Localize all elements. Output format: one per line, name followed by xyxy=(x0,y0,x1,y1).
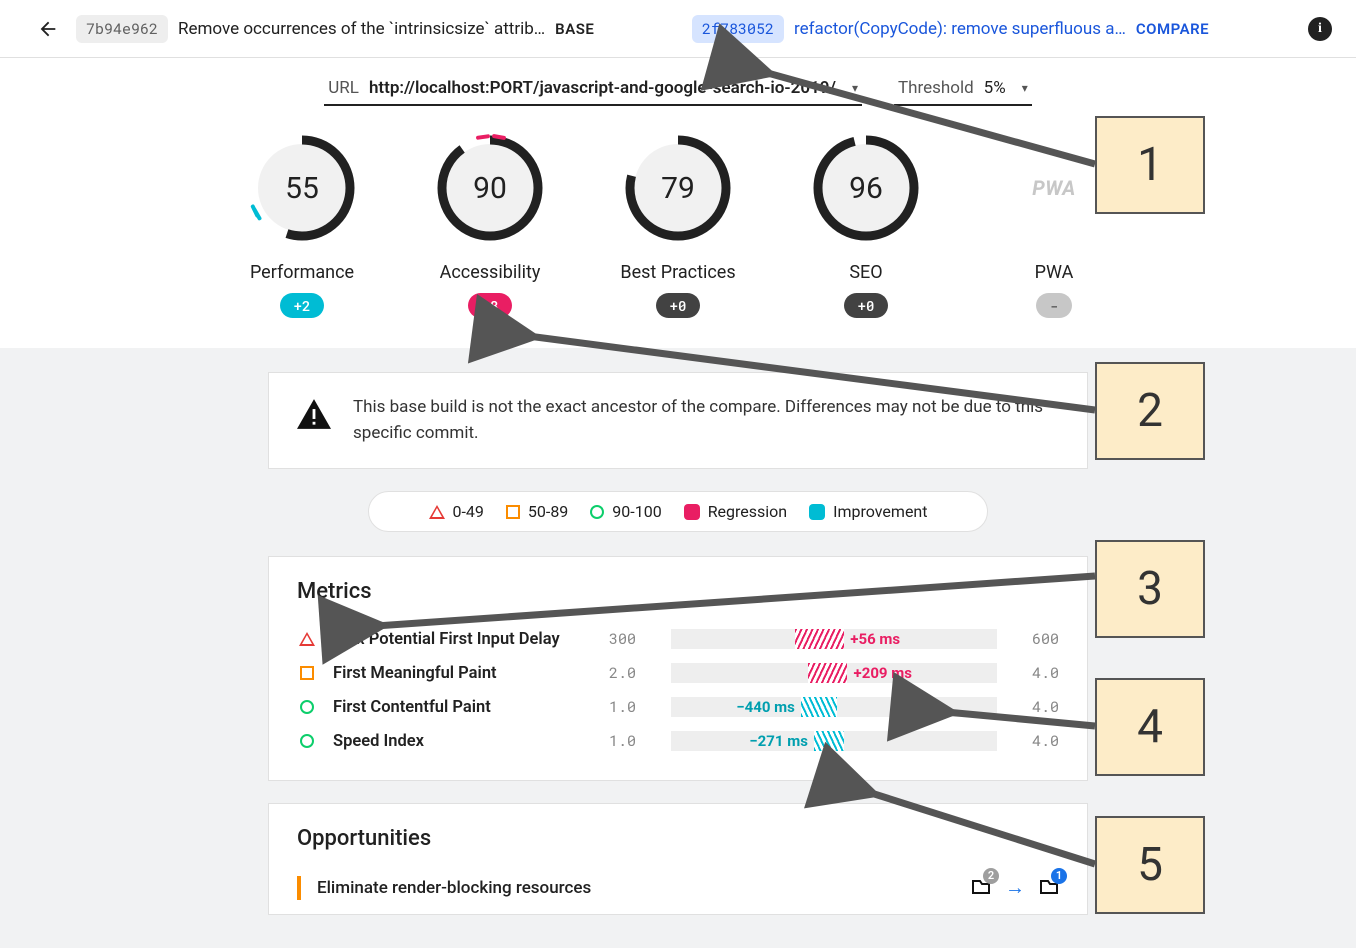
base-hash: 7b94e962 xyxy=(76,15,168,43)
improvement-chip-icon xyxy=(809,504,825,520)
url-selector[interactable]: URL http://localhost:PORT/javascript-and… xyxy=(324,78,862,106)
gauge-score: 90 xyxy=(434,132,546,244)
annotation-callout: 5 xyxy=(1095,816,1205,914)
opportunities-title: Opportunities xyxy=(297,826,1059,851)
metrics-title: Metrics xyxy=(297,579,1059,604)
annotation-callout: 1 xyxy=(1095,116,1205,214)
base-tag: BASE xyxy=(555,20,594,38)
gauge-delta: +0 xyxy=(656,293,701,318)
metric-max: 4.0 xyxy=(1013,663,1059,683)
url-label: URL xyxy=(328,78,359,98)
gauge-ring: 79 xyxy=(622,132,734,244)
tab-after-icon[interactable]: 1 xyxy=(1039,876,1059,900)
metric-row[interactable]: Max Potential First Input Delay 300 +56 … xyxy=(297,622,1059,656)
metric-name: First Contentful Paint xyxy=(333,698,593,717)
gauge-ring: 55 xyxy=(246,132,358,244)
base-commit[interactable]: 7b94e962 Remove occurrences of the `intr… xyxy=(76,15,646,43)
metric-delta: −271 ms xyxy=(749,731,808,751)
metric-row[interactable]: First Contentful Paint 1.0 −440 ms 4.0 xyxy=(297,690,1059,724)
metric-name: Max Potential First Input Delay xyxy=(333,630,593,649)
gauge-accessibility[interactable]: 90 Accessibility -8 xyxy=(426,132,554,318)
metric-min: 2.0 xyxy=(609,663,655,683)
opportunity-row[interactable]: Eliminate render-blocking resources 2 → … xyxy=(297,869,1059,906)
annotation-callout: 4 xyxy=(1095,678,1205,776)
gauge-delta: +0 xyxy=(844,293,889,318)
metric-name: First Meaningful Paint xyxy=(333,664,593,683)
metric-delta: +56 ms xyxy=(850,629,900,649)
caret-down-icon: ▾ xyxy=(852,81,858,95)
warning-text: This base build is not the exact ancesto… xyxy=(353,395,1059,446)
square-icon xyxy=(300,666,314,680)
gauge-label: Accessibility xyxy=(440,262,541,283)
annotation-callout: 3 xyxy=(1095,540,1205,638)
gauge-label: Performance xyxy=(250,262,354,283)
threshold-selector[interactable]: Threshold 5% ▾ xyxy=(894,78,1032,106)
url-value: http://localhost:PORT/javascript-and-goo… xyxy=(369,78,836,98)
gauge-delta: +2 xyxy=(280,293,325,318)
circle-icon xyxy=(300,734,314,748)
gauge-ring: 90 xyxy=(434,132,546,244)
threshold-value: 5% xyxy=(984,78,1006,98)
triangle-icon xyxy=(429,505,445,519)
pwa-icon: PWA xyxy=(998,132,1110,244)
warning-icon xyxy=(297,399,331,429)
metric-max: 600 xyxy=(1013,629,1059,649)
metric-min: 300 xyxy=(609,629,655,649)
gauge-label: PWA xyxy=(1035,262,1074,283)
arrow-left-icon xyxy=(37,18,59,40)
back-button[interactable] xyxy=(28,9,68,49)
gauge-label: SEO xyxy=(849,262,882,283)
compare-tag: COMPARE xyxy=(1136,20,1209,38)
arrow-right-icon: → xyxy=(1005,875,1025,900)
metric-delta: +209 ms xyxy=(854,663,912,683)
gauge-best-practices[interactable]: 79 Best Practices +0 xyxy=(614,132,742,318)
circle-icon xyxy=(300,700,314,714)
metric-row[interactable]: Speed Index 1.0 −271 ms 4.0 xyxy=(297,724,1059,758)
top-bar: 7b94e962 Remove occurrences of the `intr… xyxy=(0,0,1356,58)
metric-max: 4.0 xyxy=(1013,697,1059,717)
caret-down-icon: ▾ xyxy=(1022,81,1028,95)
circle-icon xyxy=(590,505,604,519)
gauge-performance[interactable]: 55 Performance +2 xyxy=(238,132,366,318)
metric-max: 4.0 xyxy=(1013,731,1059,751)
gauge-score: 96 xyxy=(810,132,922,244)
threshold-label: Threshold xyxy=(898,78,974,98)
triangle-icon xyxy=(299,632,315,646)
metrics-panel: Metrics Max Potential First Input Delay … xyxy=(268,556,1088,781)
metric-delta: −440 ms xyxy=(736,697,795,717)
square-icon xyxy=(297,876,301,900)
annotation-callout: 2 xyxy=(1095,362,1205,460)
gauge-ring: PWA xyxy=(998,132,1110,244)
ancestor-warning: This base build is not the exact ancesto… xyxy=(268,372,1088,469)
gauge-score: 79 xyxy=(622,132,734,244)
info-button[interactable]: i xyxy=(1308,17,1332,41)
tab-before-icon[interactable]: 2 xyxy=(971,876,991,900)
regression-chip-icon xyxy=(684,504,700,520)
compare-hash: 2f783052 xyxy=(692,15,784,43)
metric-bar: +56 ms xyxy=(671,629,997,649)
opportunity-name: Eliminate render-blocking resources xyxy=(317,878,955,898)
gauge-score: 55 xyxy=(246,132,358,244)
metric-min: 1.0 xyxy=(609,731,655,751)
opportunities-panel: Opportunities Eliminate render-blocking … xyxy=(268,803,1088,915)
square-icon xyxy=(506,505,520,519)
metric-min: 1.0 xyxy=(609,697,655,717)
gauge-seo[interactable]: 96 SEO +0 xyxy=(802,132,930,318)
metric-bar: +209 ms xyxy=(671,663,997,683)
base-commit-msg: Remove occurrences of the `intrinsicsize… xyxy=(178,19,545,39)
gauge-delta: - xyxy=(1036,293,1072,318)
gauge-ring: 96 xyxy=(810,132,922,244)
metric-bar: −440 ms xyxy=(671,697,997,717)
metric-name: Speed Index xyxy=(333,732,593,751)
compare-commit[interactable]: 2f783052 refactor(CopyCode): remove supe… xyxy=(692,15,1280,43)
metric-bar: −271 ms xyxy=(671,731,997,751)
compare-commit-msg: refactor(CopyCode): remove superfluous a… xyxy=(794,19,1126,39)
score-legend: 0-49 50-89 90-100 Regression Improvement xyxy=(368,491,988,532)
metric-row[interactable]: First Meaningful Paint 2.0 +209 ms 4.0 xyxy=(297,656,1059,690)
gauge-delta: -8 xyxy=(468,293,513,318)
gauge-label: Best Practices xyxy=(620,262,735,283)
